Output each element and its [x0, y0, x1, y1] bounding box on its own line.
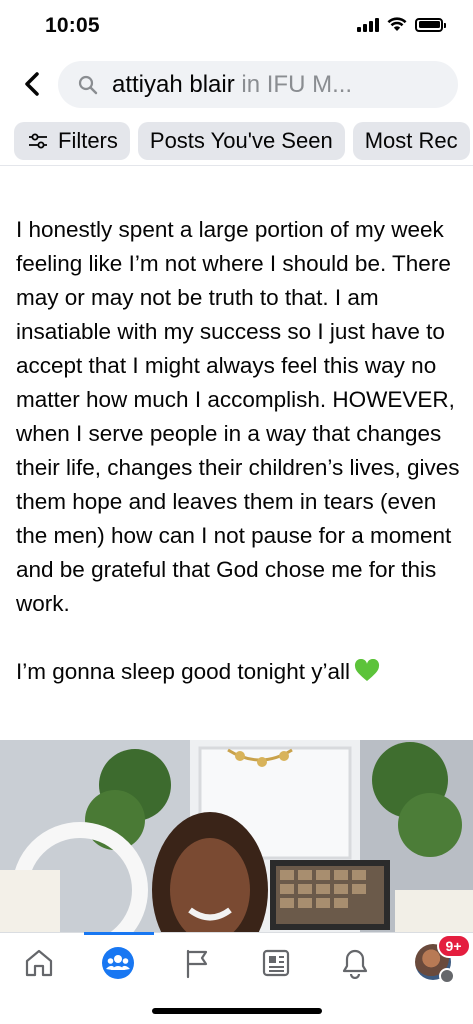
- groups-icon: [102, 947, 135, 979]
- tab-menu[interactable]: 9+: [404, 934, 471, 985]
- bottom-tab-bar: 9+: [0, 932, 473, 1024]
- most-recent-chip-label: Most Rec: [364, 128, 458, 153]
- home-indicator: [152, 1008, 322, 1014]
- tab-pages[interactable]: [167, 941, 227, 985]
- post-text: I honestly spent a large portion of my w…: [16, 213, 461, 689]
- search-text: attiyah blair in IFU M...: [112, 71, 352, 99]
- tab-notifications[interactable]: [325, 941, 385, 985]
- search-query: attiyah blair: [112, 70, 235, 98]
- search-scope: in IFU M...: [234, 70, 353, 98]
- search-header: attiyah blair in IFU M...: [0, 56, 473, 114]
- notification-badge: 9+: [436, 934, 471, 958]
- battery-icon: [415, 17, 446, 32]
- posts-seen-chip-label: Posts You've Seen: [149, 128, 333, 153]
- home-icon: [26, 949, 53, 977]
- active-tab-indicator: [84, 932, 154, 935]
- post-photo[interactable]: [0, 740, 473, 932]
- chevron-left-icon: [25, 72, 39, 96]
- tab-groups[interactable]: [88, 941, 148, 985]
- post-paragraph-2: I’m gonna sleep good tonight y’all: [16, 655, 461, 689]
- post-paragraph-2-text: I’m gonna sleep good tonight y’all: [16, 659, 350, 684]
- sliders-icon: [29, 133, 47, 149]
- posts-seen-chip[interactable]: Posts You've Seen: [137, 122, 345, 160]
- status-icons: [357, 17, 446, 32]
- wifi-icon: [387, 17, 407, 31]
- filters-chip[interactable]: Filters: [14, 122, 130, 160]
- post-photo-image: [0, 740, 473, 932]
- tab-home[interactable]: [9, 941, 69, 985]
- flag-icon: [186, 949, 208, 979]
- status-bar: 10:05: [0, 0, 473, 54]
- menu-icon: [438, 968, 455, 984]
- status-time: 10:05: [45, 14, 100, 37]
- search-icon: [78, 75, 98, 94]
- search-input[interactable]: attiyah blair in IFU M...: [58, 61, 458, 108]
- news-icon: [262, 949, 289, 977]
- most-recent-chip[interactable]: Most Rec: [352, 122, 470, 160]
- tab-news[interactable]: [246, 941, 306, 985]
- cellular-signal-icon: [357, 17, 379, 32]
- filter-row: Filters Posts You've Seen Most Rec: [0, 118, 473, 166]
- post-paragraph-1: I honestly spent a large portion of my w…: [16, 217, 460, 616]
- green-heart-icon: [354, 659, 379, 681]
- filters-chip-label: Filters: [58, 128, 118, 153]
- bell-icon: [342, 949, 367, 979]
- back-button[interactable]: [16, 68, 48, 100]
